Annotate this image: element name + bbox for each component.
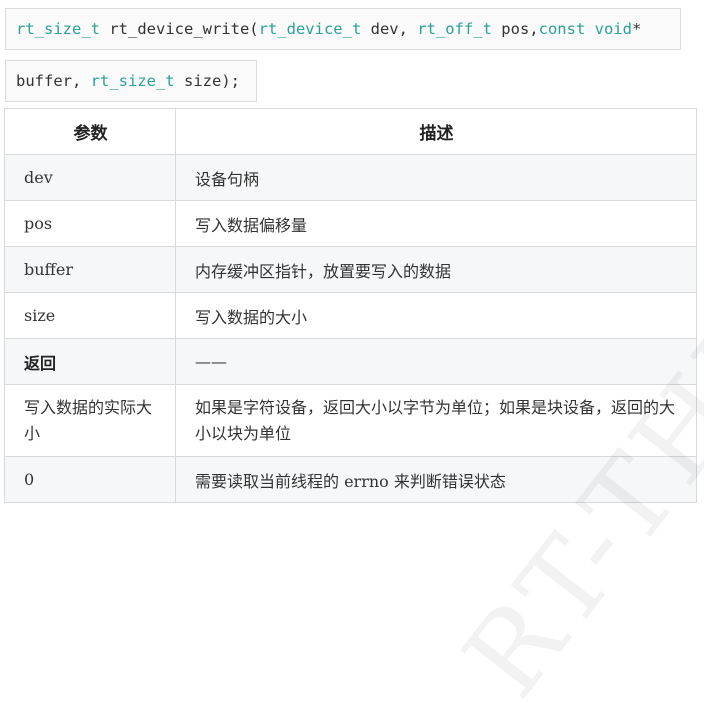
code-text: pos, — [491, 20, 539, 38]
code-keyword: rt_off_t — [417, 20, 492, 38]
param-cell: 返回 — [4, 338, 176, 385]
code-keyword: rt_device_t — [258, 20, 362, 38]
code-text: buffer, — [16, 72, 91, 90]
header-param: 参数 — [4, 108, 176, 155]
param-cell: 写入数据的实际大小 — [4, 384, 176, 457]
code-signature-line-2: buffer, rt_size_t size); — [5, 60, 257, 102]
param-cell: buffer — [4, 246, 176, 293]
desc-cell: 写入数据的大小 — [175, 292, 697, 339]
code-keyword: rt_size_t — [16, 20, 100, 38]
desc-cell: 如果是字符设备，返回大小以字节为单位；如果是块设备，返回的大小以块为单位 — [175, 384, 697, 457]
table-row: 返回 —— — [4, 338, 697, 385]
code-text: size); — [174, 72, 240, 90]
code-text: * — [631, 20, 642, 38]
code-text: dev, — [361, 20, 418, 38]
desc-cell: 设备句柄 — [175, 154, 697, 201]
desc-cell: 需要读取当前线程的 errno 来判断错误状态 — [175, 456, 697, 503]
desc-cell: 内存缓冲区指针，放置要写入的数据 — [175, 246, 697, 293]
table-header-row: 参数 描述 — [4, 108, 697, 155]
table-row: dev 设备句柄 — [4, 154, 697, 201]
param-cell: 0 — [4, 456, 176, 503]
table-row: size 写入数据的大小 — [4, 292, 697, 339]
code-keyword: rt_size_t — [90, 72, 175, 90]
table-row: 0 需要读取当前线程的 errno 来判断错误状态 — [4, 456, 697, 503]
parameter-table: 参数 描述 dev 设备句柄 pos 写入数据偏移量 buffer 内存缓冲区指针，放置要… — [4, 108, 697, 503]
table-row: pos 写入数据偏移量 — [4, 200, 697, 247]
code-text: rt_device_write( — [100, 20, 259, 38]
table-row: 写入数据的实际大小 如果是字符设备，返回大小以字节为单位；如果是块设备，返回的大小… — [4, 384, 697, 457]
desc-cell: —— — [175, 338, 697, 385]
code-signature-line-1: rt_size_t rt_device_write(rt_device_t de… — [5, 8, 681, 50]
code-keyword: const void — [538, 20, 632, 38]
desc-cell: 写入数据偏移量 — [175, 200, 697, 247]
param-cell: size — [4, 292, 176, 339]
param-cell: dev — [4, 154, 176, 201]
header-desc: 描述 — [175, 108, 697, 155]
param-cell: pos — [4, 200, 176, 247]
table-row: buffer 内存缓冲区指针，放置要写入的数据 — [4, 246, 697, 293]
